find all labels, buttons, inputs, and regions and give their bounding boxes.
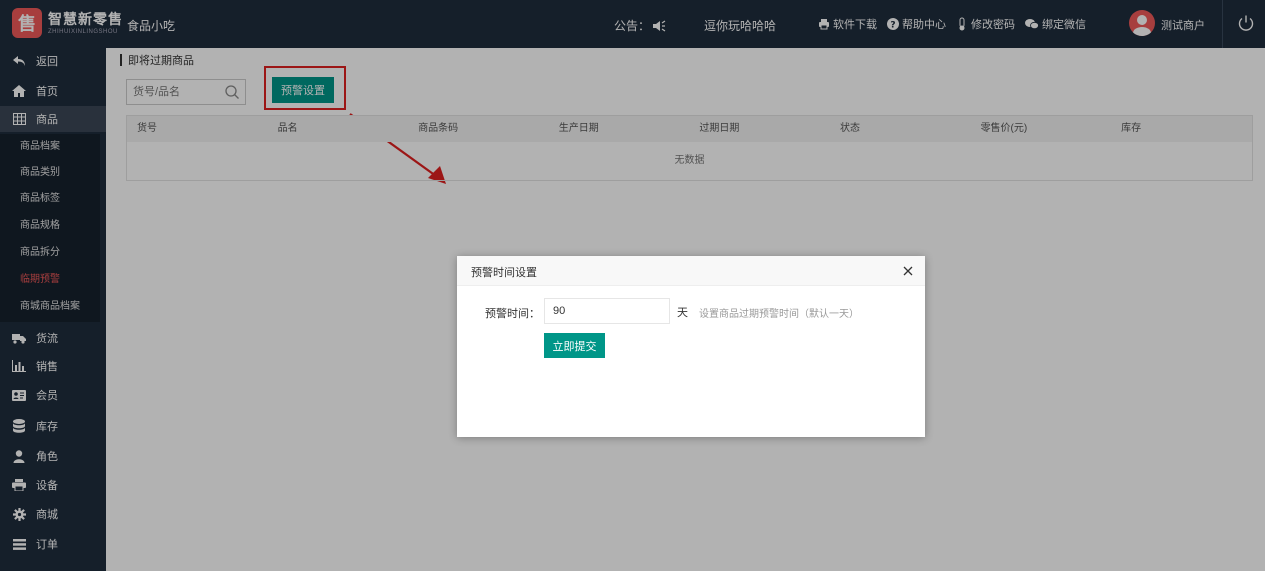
dialog-title: 预警时间设置 bbox=[471, 267, 537, 279]
warning-time-hint: 设置商品过期预警时间（默认一天） bbox=[699, 309, 859, 320]
warning-time-dialog: 预警时间设置 预警时间： 天 设置商品过期预警时间（默认一天） 立即提交 bbox=[457, 256, 925, 437]
days-unit: 天 bbox=[677, 307, 688, 319]
submit-button[interactable]: 立即提交 bbox=[544, 333, 605, 358]
close-icon[interactable] bbox=[901, 264, 915, 278]
dialog-header: 预警时间设置 bbox=[457, 256, 925, 286]
warning-time-label: 预警时间： bbox=[485, 308, 540, 320]
warning-days-input[interactable] bbox=[544, 298, 670, 324]
